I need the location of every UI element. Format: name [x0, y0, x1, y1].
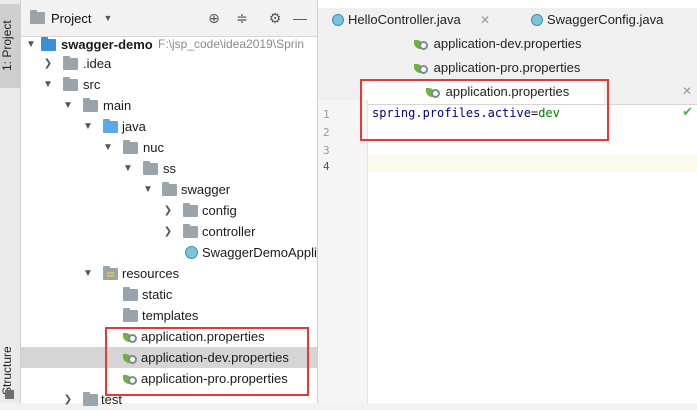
project-panel-title[interactable]: Project [51, 11, 91, 26]
chevron-right-icon[interactable]: ❯ [163, 221, 173, 242]
folder-icon [123, 287, 138, 301]
highlight-box-application-properties [360, 79, 609, 141]
tree-label: src [83, 77, 101, 92]
tree-label: .idea [83, 56, 112, 71]
editor-tab-row-3: application-pro.properties [318, 56, 697, 81]
chevron-down-icon[interactable]: ▼ [103, 137, 113, 158]
tab-label: SwaggerConfig.java [547, 12, 664, 27]
tree-label: SwaggerDemoAppli [202, 245, 317, 260]
tree-label: ss [163, 161, 176, 176]
tree-row-templates[interactable]: templates [21, 305, 317, 326]
structure-tool-icon [5, 390, 14, 399]
tab-application-dev-properties[interactable]: application-dev.properties [414, 32, 582, 56]
close-icon[interactable]: ✕ [682, 84, 692, 98]
chevron-down-icon[interactable]: ▼ [26, 34, 36, 55]
tree-row-idea[interactable]: ❯ .idea [21, 53, 317, 74]
tree-row-resources[interactable]: ▼ resources [21, 263, 317, 284]
chevron-down-icon[interactable]: ▼ [63, 95, 73, 116]
tree-row-config[interactable]: ❯ config [21, 200, 317, 221]
locate-target-icon[interactable]: ⊕ [205, 9, 223, 27]
java-class-icon [332, 14, 344, 26]
current-line-highlight [318, 154, 697, 172]
tree-row-swagger-demo[interactable]: ▼ swagger-demo F:\jsp_code\idea2019\Spri… [21, 34, 317, 55]
package-icon [143, 161, 158, 175]
folder-icon [63, 77, 78, 91]
tree-label: resources [122, 266, 180, 281]
gear-icon[interactable]: ⚙ [266, 9, 284, 27]
inspection-ok-icon: ✔ [682, 104, 693, 119]
tree-label: static [142, 287, 173, 302]
tree-row-controller[interactable]: ❯ controller [21, 221, 317, 242]
editor-area: HelloController.java ✕ SwaggerConfig.jav… [318, 0, 697, 403]
package-icon [162, 182, 177, 196]
dropdown-arrow-icon[interactable]: ▼ [99, 9, 117, 27]
tree-row-main[interactable]: ▼ main [21, 95, 317, 116]
tab-label: HelloController.java [348, 12, 461, 27]
tree-label: templates [142, 308, 199, 323]
tree-row-java[interactable]: ▼ java [21, 116, 317, 137]
tree-row-static[interactable]: static [21, 284, 317, 305]
package-icon [183, 203, 198, 217]
chevron-down-icon[interactable]: ▼ [123, 158, 133, 179]
line-number-gutter: 1 2 3 4 [318, 100, 368, 403]
tab-hello-controller[interactable]: HelloController.java ✕ [332, 8, 490, 32]
close-icon[interactable]: ✕ [480, 8, 490, 32]
tree-row-nuc[interactable]: ▼ nuc [21, 137, 317, 158]
tab-swagger-config[interactable]: SwaggerConfig.java [531, 8, 663, 32]
module-path: F:\jsp_code\idea2019\Sprin [158, 37, 305, 51]
tree-row-src[interactable]: ▼ src [21, 74, 317, 95]
source-folder-icon [103, 119, 118, 133]
tab-label: application-dev.properties [433, 36, 582, 51]
spring-config-icon [414, 61, 430, 74]
editor-tab-row-1: HelloController.java ✕ SwaggerConfig.jav… [318, 8, 697, 33]
tab-project[interactable]: 1: Project [0, 4, 20, 88]
java-class-icon [185, 246, 198, 259]
chevron-down-icon[interactable]: ▼ [43, 74, 53, 95]
tab-label: application-pro.properties [433, 60, 581, 75]
package-icon [123, 140, 138, 154]
tree-label: config [202, 203, 237, 218]
chevron-down-icon[interactable]: ▼ [143, 179, 153, 200]
java-class-icon [531, 14, 543, 26]
tab-application-pro-properties[interactable]: application-pro.properties [414, 56, 580, 80]
project-panel: Project ▼ ⊕ ≑ ⚙ — ▼ swagger-demo F:\jsp_… [21, 0, 318, 407]
package-icon [183, 224, 198, 238]
project-view-icon [30, 10, 45, 24]
tool-window-strip: 1: Project Structure [0, 0, 21, 403]
tree-label: java [122, 119, 146, 134]
chevron-down-icon[interactable]: ▼ [83, 263, 93, 284]
tree-label: nuc [143, 140, 164, 155]
folder-icon [63, 56, 78, 70]
tree-label: swagger-demo [61, 37, 153, 52]
hide-panel-icon[interactable]: — [291, 9, 309, 27]
folder-icon [123, 308, 138, 322]
tree-label: main [103, 98, 132, 113]
chevron-right-icon[interactable]: ❯ [43, 53, 53, 74]
line-number: 3 [323, 144, 330, 157]
spring-config-icon [414, 37, 430, 50]
resources-folder-icon [103, 266, 118, 280]
tree-label: swagger [181, 182, 231, 197]
collapse-all-icon[interactable]: ≑ [233, 9, 251, 27]
folder-icon [83, 392, 98, 406]
tree-row-swagger-demo-application[interactable]: SwaggerDemoAppli [21, 242, 317, 263]
editor-tab-row-2: application-dev.properties [318, 32, 697, 57]
folder-icon [83, 98, 98, 112]
project-panel-header: Project ▼ ⊕ ≑ ⚙ — [21, 0, 317, 37]
line-number: 1 [323, 108, 330, 121]
module-folder-icon [41, 37, 56, 51]
chevron-right-icon[interactable]: ❯ [63, 389, 73, 410]
chevron-down-icon[interactable]: ▼ [83, 116, 93, 137]
tree-row-ss[interactable]: ▼ ss [21, 158, 317, 179]
tree-row-swagger[interactable]: ▼ swagger [21, 179, 317, 200]
chevron-right-icon[interactable]: ❯ [163, 200, 173, 221]
tree-label: controller [202, 224, 256, 239]
line-number: 2 [323, 126, 330, 139]
highlight-box-properties-files [105, 327, 309, 396]
line-number: 4 [323, 160, 330, 173]
